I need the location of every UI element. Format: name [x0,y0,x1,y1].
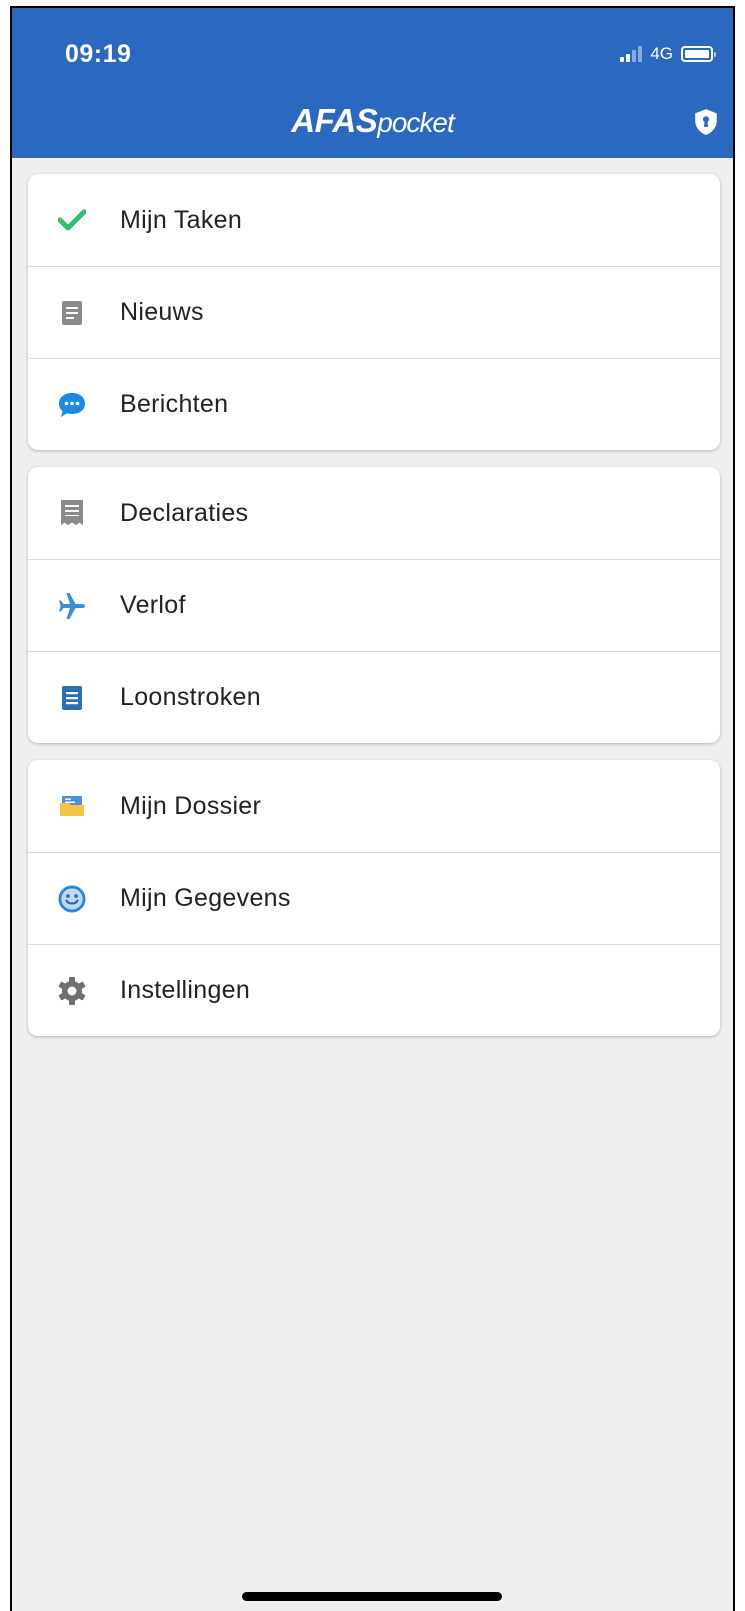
menu-item-berichten[interactable]: Berichten [28,358,720,450]
airplane-icon [52,586,92,626]
menu-item-label: Loonstroken [120,683,261,711]
menu-item-label: Mijn Dossier [120,791,262,820]
menu-list: Mijn Taken Nieuws Berichten Declaraties … [28,174,720,1053]
menu-item-instellingen[interactable]: Instellingen [28,944,720,1036]
app-header: 09:19 4G AFASpocket [12,8,733,158]
gear-icon [52,971,92,1011]
receipt-icon [52,493,92,533]
payslip-icon [52,678,92,718]
menu-item-label: Verlof [120,591,186,619]
menu-card-2: Declaraties Verlof Loonstroken [28,467,720,743]
smiley-icon [52,879,92,919]
app-logo: AFASpocket [12,104,733,137]
menu-item-label: Mijn Taken [120,205,243,234]
menu-item-mijn-gegevens[interactable]: Mijn Gegevens [28,852,720,944]
menu-card-3: Mijn Dossier Mijn Gegevens Instellingen [28,760,720,1036]
folder-icon [52,786,92,826]
status-time: 09:19 [65,40,132,68]
check-icon [52,200,92,240]
menu-item-loonstroken[interactable]: Loonstroken [28,651,720,743]
menu-item-label: Berichten [120,390,229,418]
battery-icon [681,46,716,62]
status-indicators: 4G [620,44,716,64]
logo-brand: AFAS [291,102,378,139]
menu-item-label: Instellingen [120,976,251,1004]
menu-card-1: Mijn Taken Nieuws Berichten [28,174,720,450]
shield-icon[interactable] [693,108,719,136]
menu-item-label: Nieuws [120,298,204,326]
chat-bubble-icon [52,385,92,425]
menu-item-nieuws[interactable]: Nieuws [28,266,720,358]
document-icon [52,293,92,333]
home-indicator[interactable] [242,1592,502,1601]
logo-product: pocket [377,107,454,138]
menu-item-label: Mijn Gegevens [120,884,291,912]
menu-item-declaraties[interactable]: Declaraties [28,467,720,559]
menu-item-verlof[interactable]: Verlof [28,559,720,651]
menu-item-mijn-taken[interactable]: Mijn Taken [28,174,720,266]
network-type: 4G [650,44,673,63]
menu-item-mijn-dossier[interactable]: Mijn Dossier [28,760,720,852]
signal-strength-icon [620,46,643,62]
phone-screen: 09:19 4G AFASpocket Mijn Taken Nieuws Be… [10,6,735,1611]
menu-item-label: Declaraties [120,498,249,527]
